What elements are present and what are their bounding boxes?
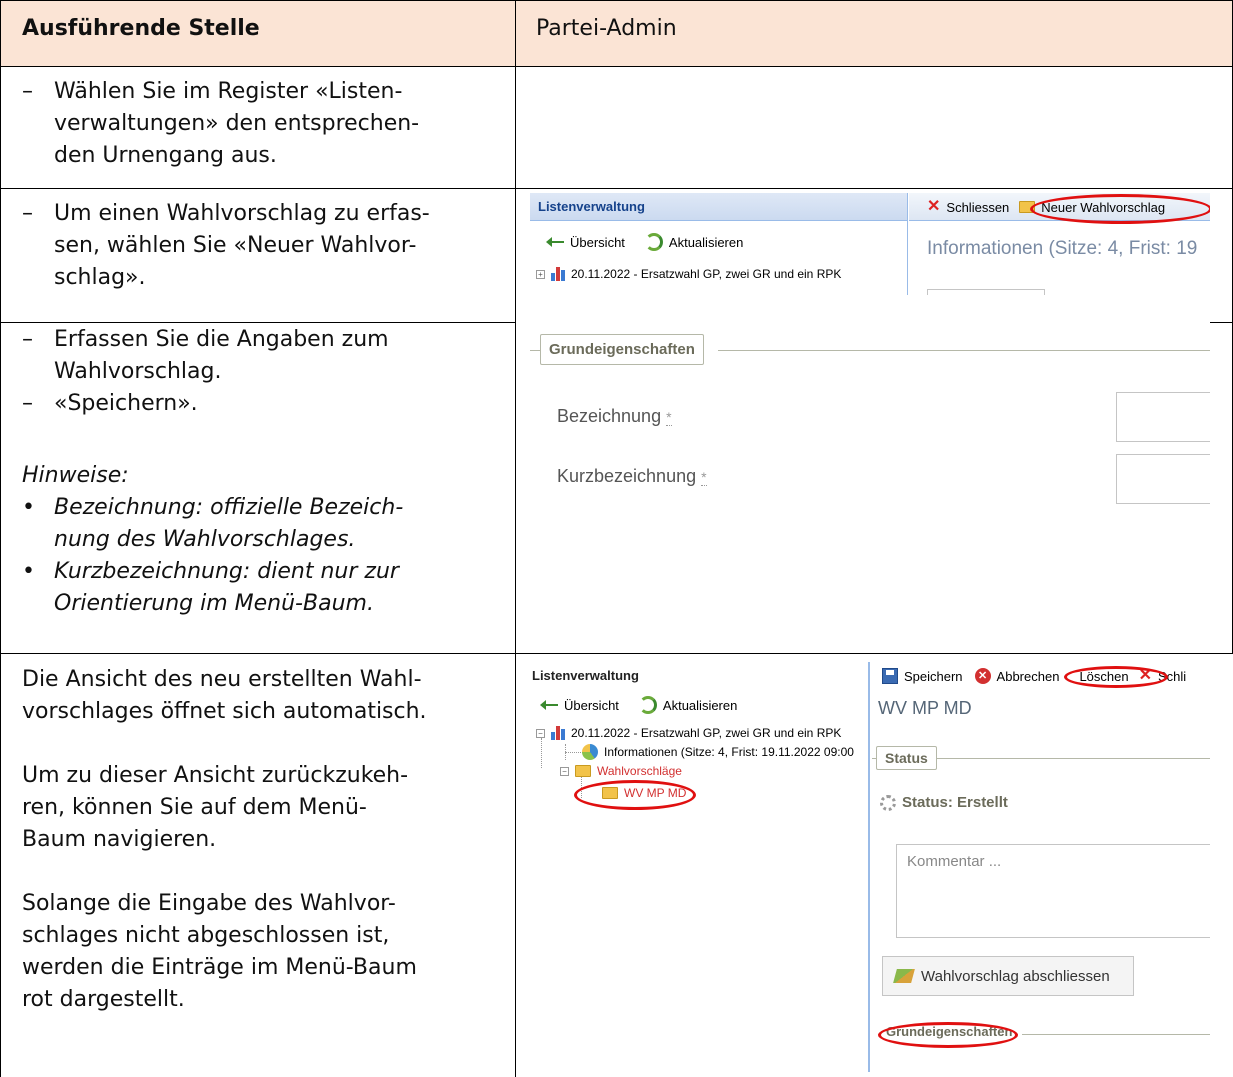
info-icon [582, 744, 598, 760]
panel-title: Listenverwaltung [530, 193, 907, 221]
hint-title: Hinweise: [22, 463, 129, 488]
comment-field[interactable]: Kommentar ... [896, 844, 1210, 938]
refresh-button[interactable]: Aktualisieren [663, 698, 737, 713]
name-input[interactable] [1116, 392, 1210, 442]
screenshot-basic-properties: Grundeigenschaften Bezeichnung * Kurzbez… [530, 322, 1210, 622]
close-icon: ✕ [927, 198, 941, 215]
overview-button[interactable]: Übersicht [570, 235, 625, 250]
row4-text: Die Ansicht des neu erstellten Wahl- vor… [22, 667, 427, 1012]
back-arrow-icon [540, 700, 558, 710]
status-text: Status: Erstellt [902, 794, 1008, 811]
collapse-icon[interactable]: − [560, 766, 569, 776]
row3-text: Erfassen Sie die Angaben zum Wahlvorschl… [10, 324, 510, 620]
tree-item-info[interactable]: Informationen (Sitze: 4, Frist: 19.11.20… [604, 745, 854, 759]
row1-text: Wählen Sie im Register «Listen- verwaltu… [10, 76, 510, 172]
detail-panel: Speichern ✕ Abbrechen Löschen ✕ Schli WV… [872, 662, 1210, 1072]
proposal-title: WV MP MD [878, 698, 972, 718]
screenshot-list-management: Listenverwaltung Übersicht Aktualisieren… [530, 193, 1210, 295]
gear-icon [880, 794, 896, 811]
annotation-oval [1064, 666, 1168, 688]
cancel-button[interactable]: Abbrechen [997, 669, 1060, 684]
chart-icon [551, 726, 565, 740]
tree-item-proposals[interactable]: Wahlvorschläge [597, 764, 682, 778]
save-button[interactable]: Speichern [904, 669, 963, 684]
fieldset-legend: Grundeigenschaften [540, 334, 704, 365]
annotation-oval [574, 780, 696, 810]
screenshot-new-proposal-view: Listenverwaltung Übersicht Aktualisieren… [530, 662, 1210, 1072]
back-arrow-icon [546, 237, 564, 247]
chart-icon [551, 267, 565, 281]
finish-proposal-button[interactable]: Wahlvorschlag abschliessen [882, 956, 1134, 996]
refresh-icon [638, 696, 657, 714]
tree-root-election[interactable]: 20.11.2022 - Ersatzwahl GP, zwei GR und … [571, 726, 841, 740]
annotation-oval [1030, 194, 1210, 224]
close-button[interactable]: Schliessen [946, 200, 1009, 215]
info-title: Informationen (Sitze: 4, Frist: 19 [927, 238, 1198, 259]
annotation-oval [878, 1022, 1018, 1048]
flag-icon [893, 969, 915, 983]
list-panel: Listenverwaltung Übersicht Aktualisieren… [530, 662, 870, 1072]
status-legend: Status [876, 746, 937, 770]
row2-text: Um einen Wahlvorschlag zu erfas- sen, wä… [10, 198, 510, 294]
panel-title: Listenverwaltung [530, 662, 868, 690]
label-short-name: Kurzbezeichnung * [557, 466, 707, 486]
label-name: Bezeichnung * [557, 406, 672, 426]
save-icon [882, 668, 898, 684]
refresh-icon [644, 233, 663, 251]
list-panel: Listenverwaltung Übersicht Aktualisieren… [530, 193, 908, 295]
tree-item-election[interactable]: 20.11.2022 - Ersatzwahl GP, zwei GR und … [571, 267, 841, 281]
cancel-icon: ✕ [974, 668, 991, 684]
collapse-icon[interactable]: − [536, 728, 545, 738]
folder-icon [575, 765, 591, 777]
short-name-input[interactable] [1116, 454, 1210, 504]
refresh-button[interactable]: Aktualisieren [669, 235, 743, 250]
expand-icon[interactable]: + [536, 269, 545, 279]
overview-button[interactable]: Übersicht [564, 698, 619, 713]
